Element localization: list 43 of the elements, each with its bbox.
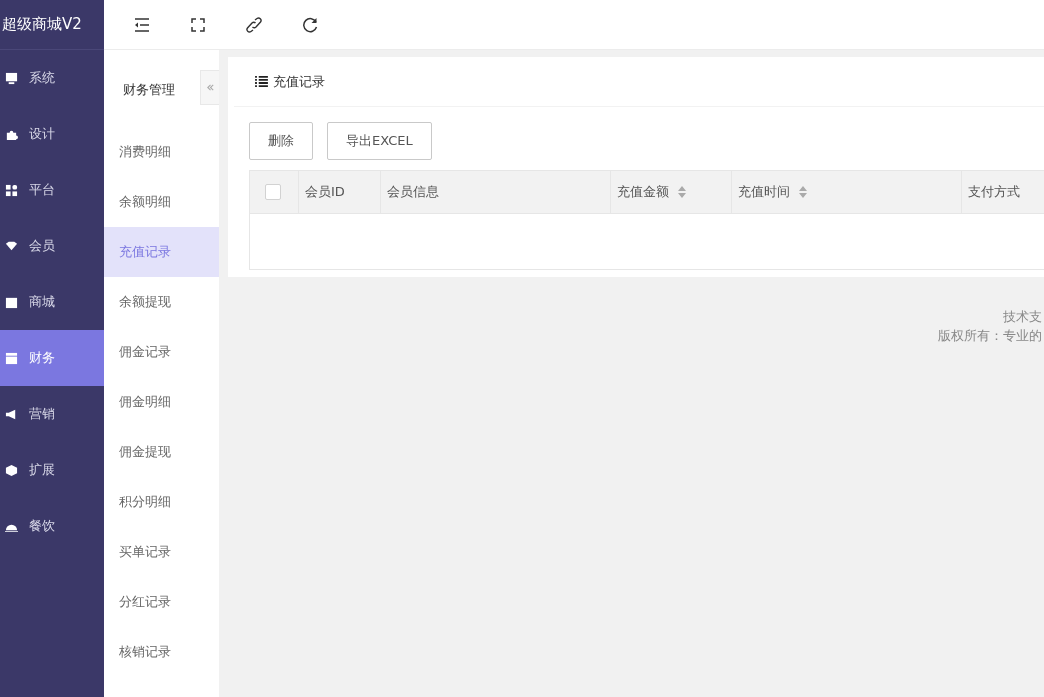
double-chevron-icon — [205, 83, 215, 92]
grid-icon — [5, 183, 18, 197]
footer-text: 技术支 — [1002, 308, 1042, 326]
app-title: 超级商城V2 — [0, 0, 104, 50]
submenu-item[interactable]: 余额提现 — [104, 277, 219, 327]
submenu-item[interactable]: 买单记录 — [104, 527, 219, 577]
submenu-item[interactable]: 佣金明细 — [104, 377, 219, 427]
cash-box-icon — [5, 351, 18, 365]
submenu-item[interactable]: 佣金提现 — [104, 427, 219, 477]
nav-item[interactable]: 设计 — [0, 106, 104, 162]
nav-item[interactable]: 财务 — [0, 330, 104, 386]
refresh-icon[interactable] — [302, 16, 318, 33]
submenu-item[interactable]: 核销记录 — [104, 627, 219, 677]
link-icon[interactable] — [246, 16, 262, 33]
nav-item[interactable]: 营销 — [0, 386, 104, 442]
nav-item[interactable]: 会员 — [0, 218, 104, 274]
submenu-item[interactable]: 余额明细 — [104, 177, 219, 227]
submenu-item[interactable]: 消费明细 — [104, 127, 219, 177]
footer-text: 版权所有：专业的 — [937, 327, 1042, 345]
column-header: 会员信息 — [387, 183, 439, 201]
action-button[interactable]: 删除 — [249, 122, 313, 160]
monitor-icon — [5, 71, 18, 85]
submenu-item[interactable]: 佣金记录 — [104, 327, 219, 377]
megaphone-icon — [5, 407, 18, 421]
gem-icon — [5, 239, 18, 253]
submenu-title: 财务管理 — [123, 81, 175, 99]
action-button[interactable]: 导出EXCEL — [327, 122, 432, 160]
column-header: 充值时间 — [738, 183, 790, 201]
column-header: 支付方式 — [968, 183, 1020, 201]
list-icon — [255, 76, 268, 87]
submenu-item[interactable]: 分红记录 — [104, 577, 219, 627]
nav-item[interactable]: 餐饮 — [0, 498, 104, 554]
submenu-item[interactable]: 积分明细 — [104, 477, 219, 527]
column-header: 充值金额 — [617, 183, 669, 201]
nav-item[interactable]: 扩展 — [0, 442, 104, 498]
panel-title: 充值记录 — [273, 72, 325, 91]
menu-collapse-icon[interactable] — [134, 16, 150, 33]
nav-item[interactable]: 系统 — [0, 50, 104, 106]
nav-item[interactable]: 平台 — [0, 162, 104, 218]
fullscreen-icon[interactable] — [190, 16, 206, 33]
checkbox[interactable] — [265, 184, 281, 200]
nav-item[interactable]: 商城 — [0, 274, 104, 330]
column-header: 会员ID — [305, 183, 345, 201]
